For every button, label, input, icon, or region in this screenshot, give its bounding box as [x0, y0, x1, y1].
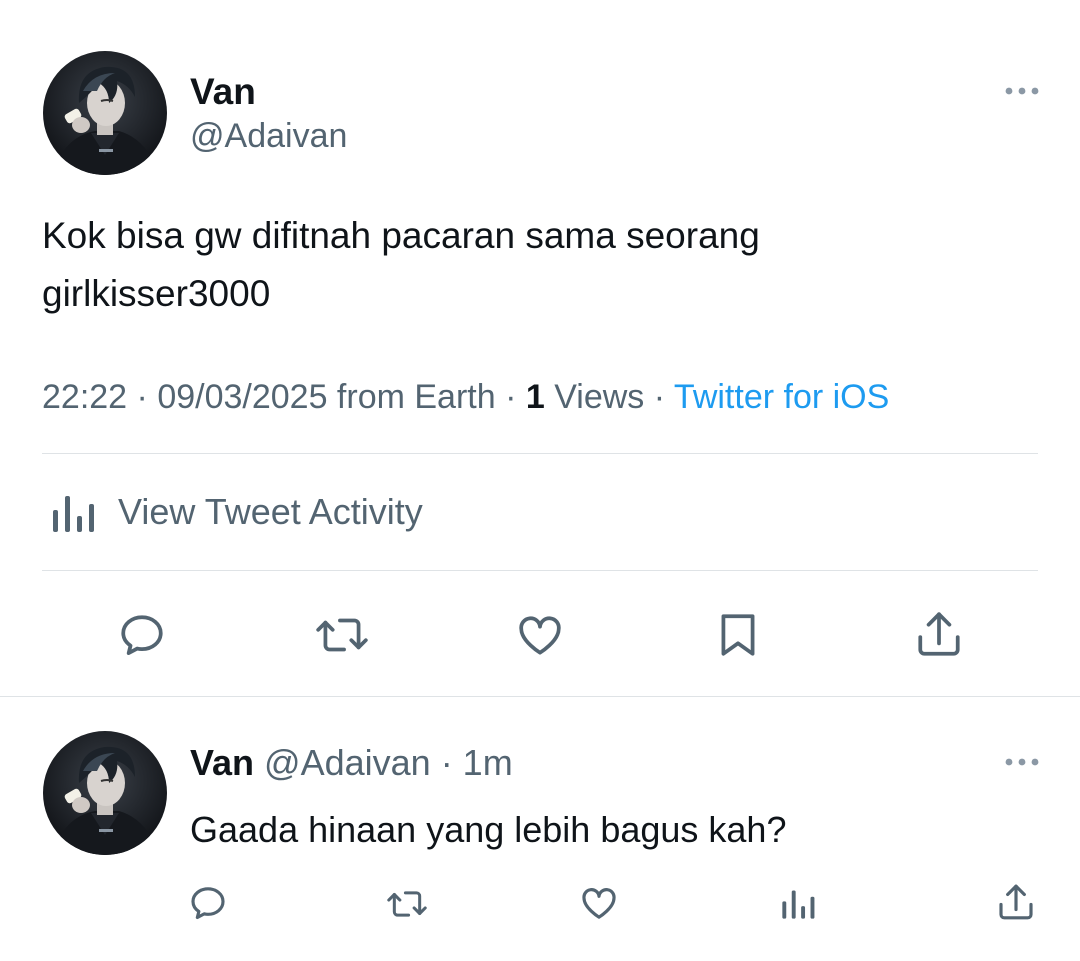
retweet-icon: [316, 618, 368, 652]
more-horizontal-icon[interactable]: [1004, 86, 1040, 96]
author-name[interactable]: Van: [190, 70, 256, 114]
share-upload-icon: [918, 612, 960, 656]
reply-reply-button[interactable]: [188, 883, 228, 923]
divider: [42, 453, 1038, 454]
reply-retweet-button[interactable]: [384, 885, 430, 923]
bar-chart-icon: [53, 496, 94, 532]
bookmark-button[interactable]: [713, 610, 763, 660]
view-tweet-activity-label: View Tweet Activity: [118, 491, 423, 532]
like-button[interactable]: [515, 610, 565, 660]
heart-icon: [519, 616, 561, 655]
view-tweet-activity-button[interactable]: View Tweet Activity: [50, 492, 423, 532]
meta-separator: ·: [495, 378, 526, 416]
tweet-date-location[interactable]: 09/03/2025 from Earth: [157, 378, 495, 416]
reply-like-button[interactable]: [579, 883, 619, 923]
more-horizontal-icon[interactable]: [1004, 757, 1040, 767]
reply-handle-time[interactable]: @Adaivan · 1m: [254, 742, 513, 783]
reply-button[interactable]: [117, 610, 167, 660]
tweet-meta: 22:22 · 09/03/2025 from Earth · 1 Views …: [42, 377, 889, 417]
tweet-source-link[interactable]: Twitter for iOS: [674, 378, 889, 416]
comment-bubble-icon: [191, 887, 225, 920]
reply-text: Gaada hinaan yang lebih bagus kah?: [190, 809, 787, 850]
views-label: Views: [544, 378, 645, 416]
meta-separator: ·: [127, 378, 158, 416]
reply-header: Van @Adaivan · 1m: [190, 743, 513, 783]
tweet-text: Kok bisa gw difitnah pacaran sama seoran…: [42, 215, 760, 314]
share-button[interactable]: [914, 608, 964, 660]
tweet-time[interactable]: 22:22: [42, 378, 127, 416]
heart-icon: [582, 888, 616, 919]
retweet-button[interactable]: [313, 610, 371, 660]
reply-author-name[interactable]: Van: [190, 742, 254, 783]
avatar-image: [43, 731, 167, 855]
comment-bubble-icon: [121, 615, 163, 655]
reply-share-button[interactable]: [996, 881, 1036, 923]
avatar-image: [43, 51, 167, 175]
retweet-icon: [387, 891, 427, 917]
divider: [0, 696, 1080, 697]
reply-avatar[interactable]: [43, 731, 167, 855]
avatar[interactable]: [43, 51, 167, 175]
reply-analytics-button[interactable]: [780, 886, 816, 920]
share-upload-icon: [999, 884, 1033, 920]
bookmark-icon: [721, 614, 755, 656]
divider: [42, 570, 1038, 571]
views-count: 1: [525, 378, 545, 416]
bar-chart-icon: [782, 890, 815, 919]
meta-separator: ·: [644, 378, 674, 416]
author-handle[interactable]: @Adaivan: [190, 116, 347, 156]
